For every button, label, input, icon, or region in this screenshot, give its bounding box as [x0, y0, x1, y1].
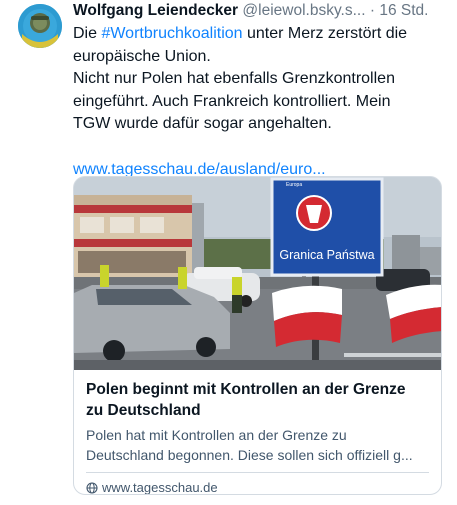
link-card[interactable]: Granica Państwa Europa Polen beginnt mit… [73, 176, 442, 495]
card-description: Polen hat mit Kontrollen an der Grenze z… [86, 426, 429, 465]
card-body: Polen beginnt mit Kontrollen an der Gren… [74, 370, 441, 465]
sign-small-text: Europa [286, 182, 302, 188]
card-title-line: zu Deutschland [86, 402, 201, 419]
card-title-line: Polen beginnt mit Kontrollen an der Gren… [86, 381, 406, 398]
post-header: Wolfgang Leiendecker @leiewol.bsky.s... … [73, 1, 445, 21]
post-text-line: europäische Union. [73, 47, 211, 65]
post-time[interactable]: 16 Std. [379, 2, 428, 19]
post: Wolfgang Leiendecker @leiewol.bsky.s... … [73, 0, 445, 181]
hashtag-link[interactable]: #Wortbruchkoalition [101, 25, 242, 42]
post-text-segment: unter Merz zerstört die [242, 25, 408, 42]
post-text-line: eingeführt. Auch Frankreich kontrolliert… [73, 92, 391, 110]
card-image: Granica Państwa Europa [74, 177, 441, 370]
card-description-line: Polen hat mit Kontrollen an der Grenze z… [86, 427, 347, 443]
post-text: Die #Wortbruchkoalition unter Merz zerst… [73, 23, 445, 136]
author-handle[interactable]: @leiewol.bsky.s... [242, 2, 365, 19]
post-text-line: Die #Wortbruchkoalition unter Merz zerst… [73, 23, 445, 46]
card-domain: www.tagesschau.de [74, 473, 441, 495]
card-description-line: Deutschland begonnen. Diese sollen sich … [86, 446, 413, 463]
post-text-segment: Die [73, 25, 102, 42]
sign-text: Granica Państwa [279, 248, 374, 262]
card-domain-text: www.tagesschau.de [102, 480, 218, 495]
avatar-image [18, 4, 62, 48]
post-text-line: TGW wurde dafür sogar angehalten. [73, 115, 332, 132]
author-name[interactable]: Wolfgang Leiendecker [73, 2, 238, 19]
post-text-line: Nicht nur Polen hat ebenfalls Grenzkontr… [73, 70, 395, 87]
card-title: Polen beginnt mit Kontrollen an der Gren… [86, 379, 429, 421]
avatar[interactable] [18, 4, 62, 48]
globe-icon [86, 481, 98, 494]
header-separator: · [369, 2, 376, 19]
